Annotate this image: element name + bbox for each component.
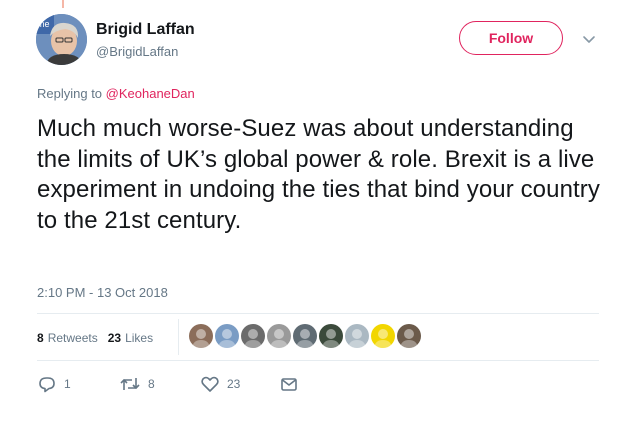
retweets-label: Retweets: [47, 331, 98, 345]
reply-icon: [39, 377, 55, 393]
retweets-count: 8: [37, 331, 44, 345]
avatar-3-icon[interactable]: [241, 324, 265, 348]
avatar-5-icon[interactable]: [293, 324, 317, 348]
stats-separator: [178, 319, 179, 355]
svg-text:me: me: [37, 19, 50, 29]
reply-action[interactable]: 1: [37, 375, 71, 393]
replying-prefix: Replying to: [37, 86, 106, 101]
like-count: 23: [227, 377, 241, 391]
chevron-down-icon[interactable]: [580, 30, 598, 48]
like-action[interactable]: 23: [200, 375, 240, 393]
envelope-icon: [281, 378, 297, 391]
divider-bottom: [37, 360, 599, 361]
avatar-default-icon[interactable]: [345, 324, 369, 348]
tweet-stats: 8 Retweets 23 Likes: [37, 331, 153, 345]
follow-button[interactable]: Follow: [459, 21, 563, 55]
reply-count: 1: [64, 377, 71, 391]
retweet-action[interactable]: 8: [119, 375, 155, 393]
divider-top: [37, 313, 599, 314]
replying-mention-link[interactable]: @KeohaneDan: [106, 86, 195, 101]
thread-connector-line: [62, 0, 64, 8]
avatar-9-icon[interactable]: [397, 324, 421, 348]
liker-avatars: [189, 324, 423, 348]
replying-to: Replying to @KeohaneDan: [37, 86, 195, 101]
tweet-header: me Brigid Laffan @BrigidLaffan Follow: [36, 14, 606, 70]
avatar-2-icon[interactable]: [215, 324, 239, 348]
retweet-icon: [120, 378, 140, 390]
avatar-8-icon[interactable]: [371, 324, 395, 348]
likes-stat[interactable]: 23 Likes: [108, 331, 153, 345]
tweet-timestamp[interactable]: 2:10 PM - 13 Oct 2018: [37, 285, 168, 300]
author-avatar-image: me: [36, 14, 87, 65]
author-name[interactable]: Brigid Laffan: [96, 21, 195, 39]
author-handle[interactable]: @BrigidLaffan: [96, 44, 178, 59]
direct-message-action[interactable]: [279, 375, 299, 393]
avatar-4-icon[interactable]: [267, 324, 291, 348]
retweets-stat[interactable]: 8 Retweets: [37, 331, 98, 345]
likes-count: 23: [107, 331, 122, 345]
likes-label: Likes: [125, 331, 154, 345]
avatar-6-icon[interactable]: [319, 324, 343, 348]
author-avatar[interactable]: me: [36, 14, 87, 65]
heart-icon: [201, 376, 219, 392]
retweet-count: 8: [148, 377, 155, 391]
avatar-1-icon[interactable]: [189, 324, 213, 348]
tweet-text: Much much worse-Suez was about understan…: [37, 115, 600, 234]
